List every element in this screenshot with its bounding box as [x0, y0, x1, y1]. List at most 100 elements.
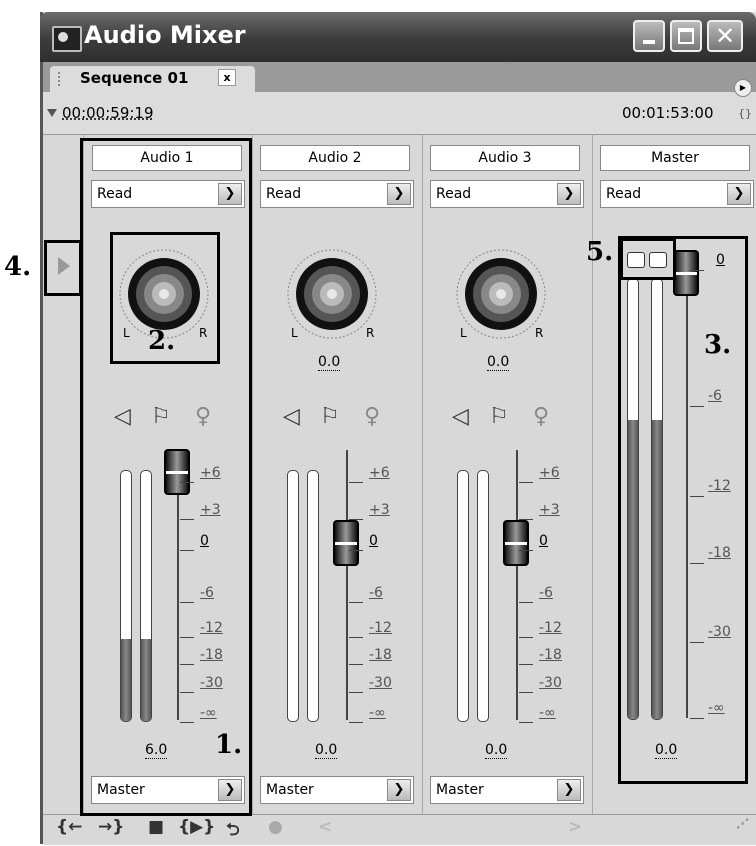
- duration-icon: {}: [738, 107, 752, 120]
- fader-scale-label: +3: [539, 502, 560, 518]
- output-value: Master: [266, 782, 314, 798]
- scroll-right-arrow[interactable]: >: [568, 817, 582, 837]
- minimize-button[interactable]: [633, 20, 665, 52]
- solo-track-icon[interactable]: ⚐: [489, 404, 509, 429]
- callout-label-5: 5.: [586, 237, 614, 267]
- level-meter-right: [307, 470, 319, 722]
- output-dropdown-audio-2[interactable]: Master ❯: [260, 776, 414, 804]
- pan-knob-audio-3[interactable]: [455, 248, 547, 340]
- channel-divider: [422, 134, 423, 814]
- pan-left-label: L: [291, 326, 298, 340]
- record-button[interactable]: ●: [268, 817, 283, 837]
- mute-track-icon[interactable]: ◁: [283, 404, 300, 429]
- volume-fader-audio-2[interactable]: [333, 520, 359, 566]
- fader-scale-tick: [519, 602, 533, 603]
- fader-scale-tick: [349, 519, 363, 520]
- volume-fader-audio-3[interactable]: [503, 520, 529, 566]
- fader-scale-tick: [349, 722, 363, 723]
- tab-grip-icon[interactable]: [58, 72, 68, 86]
- fader-scale-label: +3: [369, 502, 390, 518]
- panel-menu-icon[interactable]: ▶: [734, 79, 752, 97]
- fader-track: [516, 450, 518, 720]
- close-button[interactable]: [707, 20, 743, 52]
- fader-scale-label: -30: [539, 675, 562, 691]
- fader-scale-label: -18: [539, 647, 562, 663]
- automation-dropdown-audio-3[interactable]: Read ❯: [430, 180, 584, 208]
- callout-label-2: 2.: [148, 326, 176, 356]
- loop-button[interactable]: ⮌: [226, 817, 240, 846]
- automation-value: Read: [266, 186, 302, 202]
- stop-button[interactable]: ■: [148, 817, 164, 837]
- fader-scale-label: -12: [369, 620, 392, 636]
- pan-left-label: L: [460, 326, 467, 340]
- channel-divider: [252, 134, 253, 814]
- channel-divider: [592, 134, 593, 814]
- pan-value-audio-3[interactable]: 0.0: [487, 354, 510, 371]
- fader-scale-tick: [519, 637, 533, 638]
- pan-knob-audio-2[interactable]: [286, 248, 378, 340]
- play-in-to-out-button[interactable]: {▶}: [178, 817, 215, 837]
- fader-scale-tick: [519, 550, 533, 551]
- maximize-button[interactable]: [670, 20, 702, 52]
- dropdown-arrow-icon[interactable]: ❯: [387, 779, 411, 801]
- callout-label-1: 1.: [215, 730, 243, 760]
- current-timecode[interactable]: 00:00:59:19: [62, 104, 154, 122]
- scroll-left-arrow[interactable]: <: [318, 817, 332, 837]
- tab-label: Sequence 01: [80, 69, 189, 87]
- fader-scale-tick: [519, 692, 533, 693]
- resize-grip-icon[interactable]: ⋰: [736, 817, 749, 832]
- level-meter-right: [477, 470, 489, 722]
- fader-scale-tick: [349, 482, 363, 483]
- window-title: Audio Mixer: [84, 21, 246, 49]
- fader-scale-label: 0: [539, 533, 548, 549]
- fader-scale-tick: [519, 482, 533, 483]
- record-track-icon[interactable]: ♀: [533, 404, 549, 429]
- fader-scale-label: -6: [369, 585, 383, 601]
- callout-box-5: [620, 238, 676, 280]
- fader-scale-label: -12: [539, 620, 562, 636]
- dropdown-arrow-icon[interactable]: ❯: [727, 183, 751, 205]
- fader-scale-label: -6: [539, 585, 553, 601]
- fader-scale-label: -18: [369, 647, 392, 663]
- dropdown-arrow-icon[interactable]: ❯: [387, 183, 411, 205]
- dropdown-arrow-icon[interactable]: ❯: [557, 779, 581, 801]
- fader-scale-label: -30: [369, 675, 392, 691]
- output-value: Master: [436, 782, 484, 798]
- fader-scale-label: +6: [369, 465, 390, 481]
- automation-dropdown-audio-2[interactable]: Read ❯: [260, 180, 414, 208]
- callout-label-3: 3.: [704, 330, 732, 360]
- app-icon: [52, 26, 82, 52]
- volume-value-audio-3[interactable]: 0.0: [485, 742, 508, 759]
- volume-value-audio-2[interactable]: 0.0: [315, 742, 338, 759]
- fader-scale-tick: [349, 550, 363, 551]
- go-to-in-point-button[interactable]: {←: [56, 817, 82, 837]
- fader-scale-tick: [519, 722, 533, 723]
- playhead-marker-icon: [47, 109, 57, 117]
- fader-scale-tick: [519, 664, 533, 665]
- fader-scale-tick: [519, 519, 533, 520]
- automation-value: Read: [436, 186, 472, 202]
- channel-name-audio-2: Audio 2: [260, 145, 410, 171]
- go-to-out-point-button[interactable]: →}: [98, 817, 124, 837]
- tab-close-icon[interactable]: x: [218, 69, 236, 86]
- duration-timecode: 00:01:53:00: [622, 104, 714, 122]
- fader-scale-label: +6: [539, 465, 560, 481]
- channel-name-audio-3: Audio 3: [430, 145, 580, 171]
- fader-track: [346, 450, 348, 720]
- solo-track-icon[interactable]: ⚐: [320, 404, 340, 429]
- automation-dropdown-master[interactable]: Read ❯: [600, 180, 754, 208]
- pan-right-label: R: [366, 326, 375, 340]
- fader-scale-label: -∞: [539, 705, 556, 721]
- pan-value-audio-2[interactable]: 0.0: [318, 354, 341, 371]
- level-meter-left: [287, 470, 299, 722]
- dropdown-arrow-icon[interactable]: ❯: [557, 183, 581, 205]
- record-track-icon[interactable]: ♀: [364, 404, 380, 429]
- channel-name-master: Master: [600, 145, 750, 171]
- pan-right-label: R: [535, 326, 544, 340]
- output-dropdown-audio-3[interactable]: Master ❯: [430, 776, 584, 804]
- fader-scale-tick: [349, 637, 363, 638]
- callout-box-4: [44, 240, 82, 296]
- callout-label-4: 4.: [4, 252, 32, 282]
- mute-track-icon[interactable]: ◁: [452, 404, 469, 429]
- automation-value: Read: [606, 186, 642, 202]
